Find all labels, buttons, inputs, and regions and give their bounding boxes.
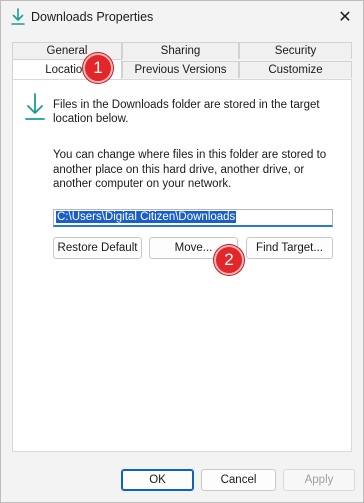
tab-previous-versions[interactable]: Previous Versions <box>122 61 239 78</box>
apply-button[interactable]: Apply <box>283 469 355 491</box>
window-title: Downloads Properties <box>31 10 154 24</box>
tab-security[interactable]: Security <box>239 42 352 59</box>
close-button[interactable]: ✕ <box>331 5 359 29</box>
location-description-text: You can change where files in this folde… <box>53 149 327 190</box>
restore-default-button[interactable]: Restore Default <box>53 237 142 259</box>
cancel-button[interactable]: Cancel <box>201 469 276 491</box>
target-path-value: C:\Users\Digital Citizen\Downloads <box>56 211 237 223</box>
title-bar: Downloads Properties ✕ <box>1 1 363 33</box>
location-panel <box>12 79 352 452</box>
step-marker-1: 1 <box>83 53 113 83</box>
ok-button[interactable]: OK <box>121 469 194 491</box>
find-target-button[interactable]: Find Target... <box>246 237 333 259</box>
step-marker-2: 2 <box>214 245 244 275</box>
close-icon: ✕ <box>338 9 352 26</box>
target-path-input[interactable]: C:\Users\Digital Citizen\Downloads <box>53 209 333 227</box>
location-info-text: Files in the Downloads folder are stored… <box>53 99 320 125</box>
properties-window: Downloads Properties ✕ General Sharing S… <box>0 0 364 503</box>
tab-sharing[interactable]: Sharing <box>122 42 239 59</box>
download-arrow-icon <box>25 93 45 120</box>
tab-customize[interactable]: Customize <box>239 61 352 78</box>
download-arrow-icon <box>11 8 25 25</box>
